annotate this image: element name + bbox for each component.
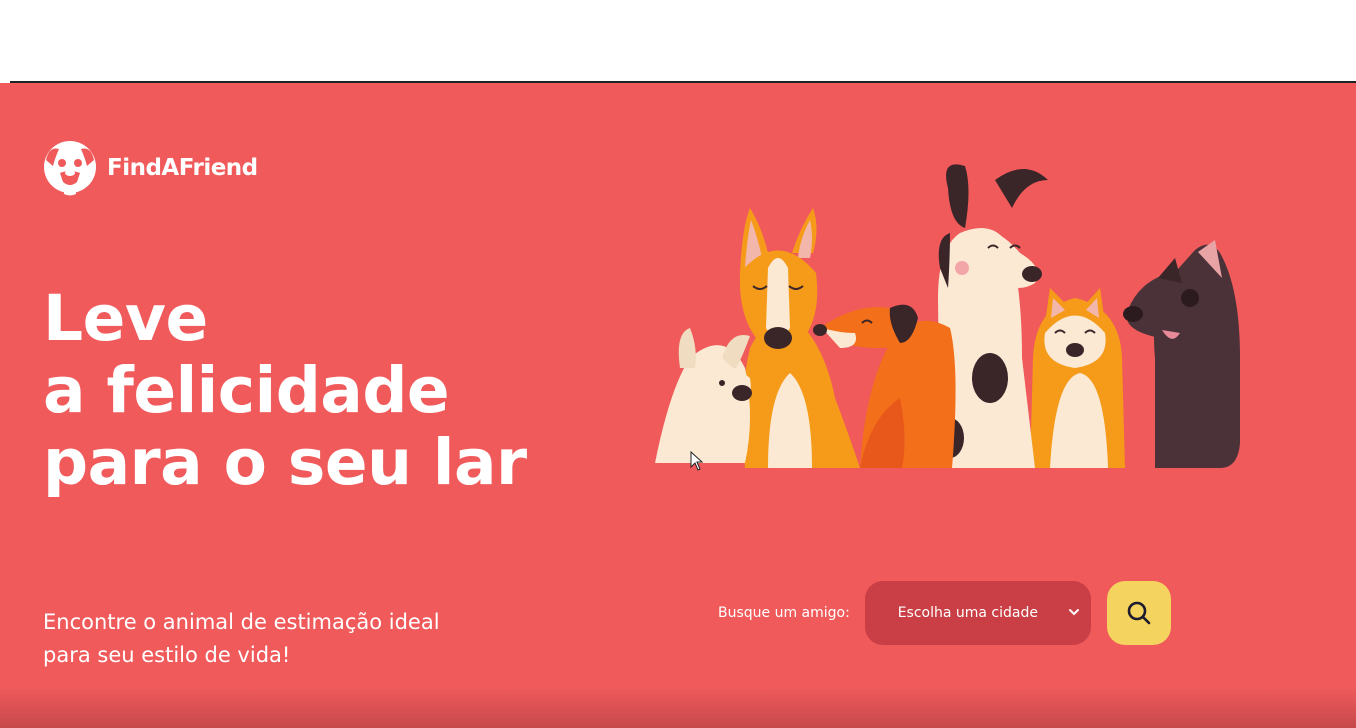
search-bar: Busque um amigo: Escolha uma cidade	[718, 581, 1171, 645]
hero-headline: Leve a felicidade para o seu lar	[43, 283, 527, 499]
white-terrier-figure	[655, 328, 752, 463]
dogs-illustration	[655, 164, 1240, 468]
brand-logo[interactable]: FindAFriend	[43, 140, 258, 196]
hero-subtitle: Encontre o animal de estimação ideal par…	[43, 606, 473, 672]
dog-face-icon	[44, 141, 96, 196]
hero-section: FindAFriend Leve a felicidade para o seu…	[0, 83, 1356, 728]
headline-line-2: a felicidade	[43, 354, 450, 427]
headline-line-3: para o seu lar	[43, 426, 527, 499]
hero-bottom-shade	[0, 688, 1356, 728]
mouse-cursor-icon	[690, 451, 704, 471]
chevron-down-icon	[1068, 609, 1079, 616]
city-select[interactable]: Escolha uma cidade	[864, 581, 1091, 645]
page-top-area	[0, 0, 1356, 82]
brand-name: FindAFriend	[107, 155, 258, 181]
dark-dog-figure	[1123, 240, 1240, 468]
subtitle-line-1: Encontre o animal de estimação ideal	[43, 610, 440, 634]
subtitle-line-2: para seu estilo de vida!	[43, 643, 291, 667]
search-button[interactable]	[1106, 581, 1171, 645]
city-select-value: Escolha uma cidade	[897, 605, 1038, 621]
search-icon	[1127, 601, 1151, 625]
corgi-dog-figure	[1030, 288, 1125, 468]
search-label: Busque um amigo:	[718, 605, 850, 621]
headline-line-1: Leve	[43, 282, 208, 355]
